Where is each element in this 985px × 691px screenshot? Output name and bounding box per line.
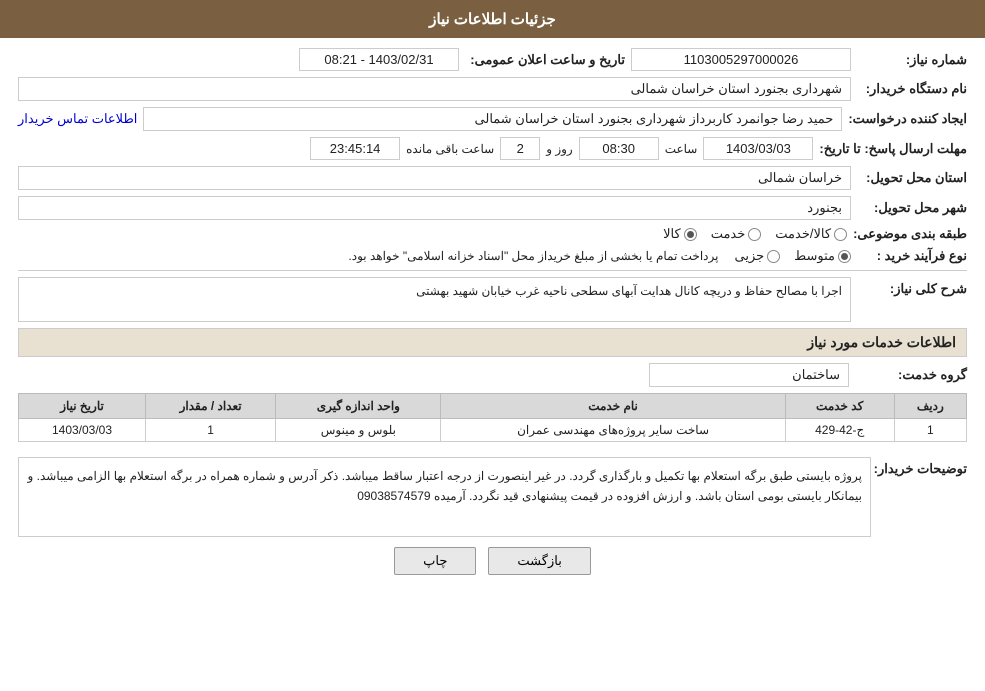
purchase-type-motavaset[interactable]: متوسط [794, 248, 851, 264]
purchase-type-options: متوسط جزیی [734, 248, 851, 264]
announce-date-value: 1403/02/31 - 08:21 [299, 48, 459, 71]
creator-value: حمید رضا جوانمرد کاربرداز شهرداری بجنورد… [143, 107, 842, 131]
reply-remaining: 23:45:14 [310, 137, 400, 160]
announce-date-label: تاریخ و ساعت اعلان عمومی: [465, 52, 625, 68]
category-label: طبقه بندی موضوعی: [853, 226, 967, 242]
radio-kala-khidmat-icon [834, 228, 847, 241]
print-button[interactable]: چاپ [394, 547, 476, 575]
need-number-value: 1103005297000026 [631, 48, 851, 71]
col-quantity: تعداد / مقدار [146, 394, 276, 419]
radio-jozi-icon [767, 250, 780, 263]
need-number-label: شماره نیاز: [857, 52, 967, 68]
reply-deadline-label: مهلت ارسال پاسخ: تا تاریخ: [819, 141, 967, 157]
cell-date: 1403/03/03 [19, 419, 146, 442]
services-table: ردیف کد خدمت نام خدمت واحد اندازه گیری ت… [18, 393, 967, 442]
reply-remaining-label: ساعت باقی مانده [406, 142, 494, 156]
buyer-org-label: نام دستگاه خریدار: [857, 81, 967, 97]
description-label: شرح کلی نیاز: [857, 277, 967, 297]
purchase-type-note: پرداخت تمام یا بخشی از مبلغ خریداز محل "… [348, 249, 718, 263]
table-row: 1ج-42-429ساخت سایر پروژه‌های مهندسی عمرا… [19, 419, 967, 442]
delivery-province-value: خراسان شمالی [18, 166, 851, 190]
service-group-value: ساختمان [649, 363, 849, 387]
col-date: تاریخ نیاز [19, 394, 146, 419]
notes-label: توضیحات خریدار: [877, 457, 967, 477]
reply-time: 08:30 [579, 137, 659, 160]
reply-days-label: روز و [546, 142, 573, 156]
cell-service_code: ج-42-429 [785, 419, 894, 442]
page-header: جزئیات اطلاعات نیاز [0, 0, 985, 38]
contact-link[interactable]: اطلاعات تماس خریدار [18, 111, 137, 127]
back-button[interactable]: بازگشت [488, 547, 590, 575]
category-khidmat[interactable]: خدمت [711, 226, 762, 242]
purchase-type-jozi[interactable]: جزیی [734, 248, 780, 264]
cell-unit: بلوس و مینوس [276, 419, 441, 442]
col-service-name: نام خدمت [441, 394, 785, 419]
purchase-type-label: نوع فرآیند خرید : [857, 248, 967, 264]
buyer-org-value: شهرداری بجنورد استان خراسان شمالی [18, 77, 851, 101]
category-options: کالا/خدمت خدمت کالا [663, 226, 847, 242]
description-value: اجرا با مصالح حفاظ و دریچه کانال هدایت آ… [18, 277, 851, 322]
cell-service_name: ساخت سایر پروژه‌های مهندسی عمران [441, 419, 785, 442]
col-unit: واحد اندازه گیری [276, 394, 441, 419]
category-kala-khidmat[interactable]: کالا/خدمت [775, 226, 847, 242]
notes-value: پروژه بایستی طبق برگه استعلام بها تکمیل … [18, 457, 871, 537]
delivery-city-value: بجنورد [18, 196, 851, 220]
delivery-province-label: استان محل تحویل: [857, 170, 967, 186]
cell-quantity: 1 [146, 419, 276, 442]
reply-time-label: ساعت [665, 142, 698, 156]
col-service-code: کد خدمت [785, 394, 894, 419]
reply-days: 2 [500, 137, 540, 160]
radio-motavaset-icon [838, 250, 851, 263]
radio-kala-icon [684, 228, 697, 241]
services-section-title: اطلاعات خدمات مورد نیاز [18, 328, 967, 357]
cell-row: 1 [894, 419, 966, 442]
reply-date: 1403/03/03 [703, 137, 813, 160]
col-row: ردیف [894, 394, 966, 419]
delivery-city-label: شهر محل تحویل: [857, 200, 967, 216]
creator-label: ایجاد کننده درخواست: [848, 111, 967, 127]
page-title: جزئیات اطلاعات نیاز [429, 11, 556, 28]
radio-khidmat-icon [748, 228, 761, 241]
category-kala[interactable]: کالا [663, 226, 697, 242]
service-group-label: گروه خدمت: [857, 367, 967, 383]
